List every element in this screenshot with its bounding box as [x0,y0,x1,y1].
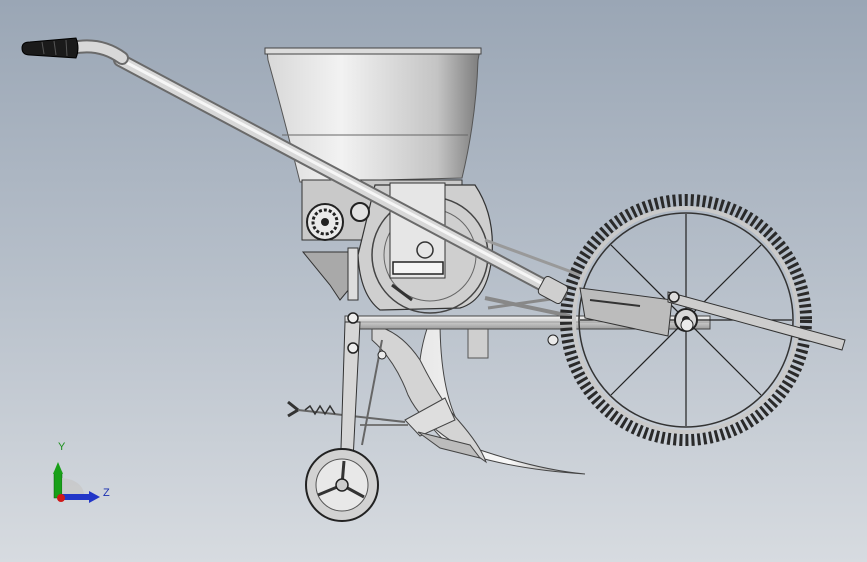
cad-viewport[interactable]: Y Z [0,0,867,562]
seeder-model [21,37,846,522]
coordinate-triad [53,462,100,503]
y-axis-label: Y [58,441,66,453]
handle-grip[interactable] [21,37,79,59]
z-axis-label: Z [103,487,110,499]
